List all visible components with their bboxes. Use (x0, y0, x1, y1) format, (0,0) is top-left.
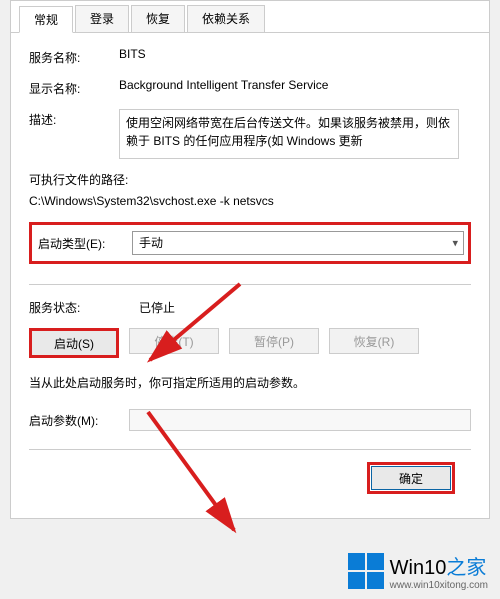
divider (29, 284, 471, 285)
startup-params-input (129, 409, 471, 431)
footer-separator (29, 449, 471, 450)
exec-path-label: 可执行文件的路径: (29, 171, 471, 188)
logo-text-b: 之家 (446, 557, 486, 579)
logo-url: www.win10xitong.com (390, 580, 488, 591)
startup-params-label: 启动参数(M): (29, 412, 129, 429)
tab-bar: 常规 登录 恢复 依赖关系 (11, 1, 489, 33)
service-name-label: 服务名称: (29, 47, 119, 66)
pause-button: 暂停(P) (229, 328, 319, 354)
ok-button-highlight: 确定 (367, 462, 455, 494)
service-status-value: 已停止 (139, 299, 175, 316)
startup-type-highlight: 启动类型(E): 手动 ▾ (29, 222, 471, 264)
windows-icon (348, 553, 384, 589)
resume-button: 恢复(R) (329, 328, 419, 354)
startup-type-label: 启动类型(E): (36, 235, 132, 252)
display-name-value: Background Intelligent Transfer Service (119, 78, 471, 92)
service-name-value: BITS (119, 47, 471, 61)
ok-button[interactable]: 确定 (371, 466, 451, 490)
watermark-logo: Win10之家 www.win10xitong.com (348, 551, 488, 591)
tab-dependencies[interactable]: 依赖关系 (187, 5, 265, 32)
service-status-label: 服务状态: (29, 299, 139, 316)
description-label: 描述: (29, 109, 119, 128)
stop-button: 停止(T) (129, 328, 219, 354)
description-text[interactable]: 使用空闲网络带宽在后台传送文件。如果该服务被禁用，则依赖于 BITS 的任何应用… (119, 109, 459, 159)
exec-path-value: C:\Windows\System32\svchost.exe -k netsv… (29, 194, 471, 208)
dialog-footer-buttons: 确定 (29, 462, 471, 494)
tab-logon[interactable]: 登录 (75, 5, 129, 32)
tab-content: 服务名称: BITS 显示名称: Background Intelligent … (11, 33, 489, 508)
startup-type-select[interactable]: 手动 (132, 231, 464, 255)
logo-text-a: Win10 (390, 557, 447, 579)
tab-general[interactable]: 常规 (19, 6, 73, 33)
startup-hint-text: 当从此处启动服务时，你可指定所适用的启动参数。 (29, 374, 471, 391)
tab-recovery[interactable]: 恢复 (131, 5, 185, 32)
display-name-label: 显示名称: (29, 78, 119, 97)
start-button[interactable]: 启动(S) (29, 328, 119, 358)
service-control-buttons: 启动(S) 停止(T) 暂停(P) 恢复(R) (29, 328, 471, 358)
service-properties-dialog: 常规 登录 恢复 依赖关系 服务名称: BITS 显示名称: Backgroun… (10, 0, 490, 519)
